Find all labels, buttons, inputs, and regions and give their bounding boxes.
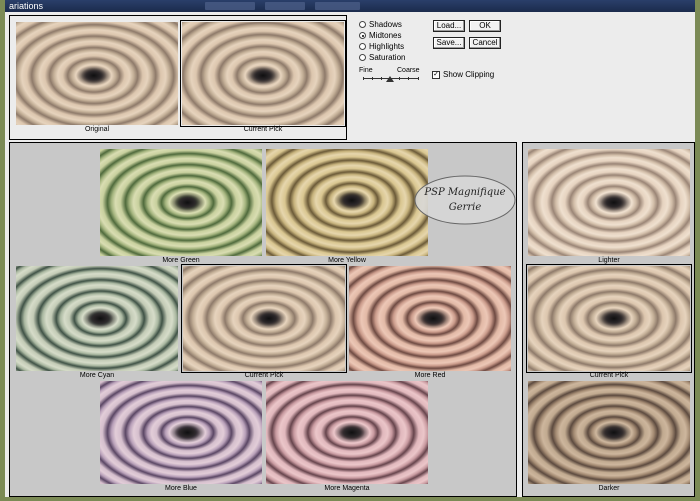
more-magenta-caption: More Magenta: [324, 485, 370, 492]
current-pick-image: [180, 20, 346, 127]
current-pick-center-thumb[interactable]: Current Pick: [181, 264, 347, 381]
show-clipping-checkbox[interactable]: ✓ Show Clipping: [432, 70, 494, 79]
current-pick-right-thumb[interactable]: Current Pick: [526, 264, 692, 381]
checkbox-box: ✓: [432, 70, 440, 79]
darker-thumb[interactable]: Darker: [528, 381, 690, 494]
radio-dot: [359, 54, 366, 61]
radio-highlights[interactable]: Highlights: [359, 42, 404, 51]
more-green-thumb[interactable]: More Green: [100, 149, 262, 266]
slider-tick: [399, 77, 400, 80]
current-pick-right-image: [526, 264, 692, 373]
radio-label: Midtones: [369, 31, 402, 40]
lighter-thumb[interactable]: Lighter: [528, 149, 690, 266]
more-magenta-thumb[interactable]: More Magenta: [266, 381, 428, 494]
taskbar-ghost: [315, 2, 360, 10]
slider-coarse-label: Coarse: [397, 67, 420, 74]
more-blue-image: [100, 381, 262, 484]
more-yellow-image: [266, 149, 428, 256]
cancel-button[interactable]: Cancel: [469, 37, 501, 49]
slider-tick: [408, 77, 409, 80]
lighter-image: [528, 149, 690, 256]
radio-dot: [359, 43, 366, 50]
slider-fine-label: Fine: [359, 67, 373, 74]
show-clipping-label: Show Clipping: [443, 70, 495, 79]
more-cyan-caption: More Cyan: [79, 372, 115, 379]
more-red-image: [349, 266, 511, 371]
more-yellow-thumb[interactable]: More Yellow: [266, 149, 428, 266]
current-pick-center-caption: Current Pick: [244, 372, 284, 379]
radio-label: Saturation: [369, 53, 406, 62]
slider-tick: [418, 77, 419, 80]
more-green-image: [100, 149, 262, 256]
more-blue-caption: More Blue: [165, 485, 197, 492]
slider-tick: [363, 77, 364, 80]
slider-knob[interactable]: [386, 76, 394, 82]
radio-dot: [359, 32, 366, 39]
current-pick-caption: Current Pick: [243, 126, 283, 133]
radio-midtones[interactable]: Midtones: [359, 31, 401, 40]
darker-caption: Darker: [598, 485, 620, 492]
slider-tick: [372, 77, 373, 80]
load-button[interactable]: Load...: [433, 20, 465, 32]
taskbar-ghost: [205, 2, 255, 10]
darker-image: [528, 381, 690, 484]
window-title: ariations: [9, 1, 44, 11]
more-cyan-image: [16, 266, 178, 371]
more-yellow-caption: More Yellow: [328, 257, 366, 264]
radio-dot: [359, 21, 366, 28]
watermark-line1: PSP Magnifique: [423, 187, 505, 198]
lighter-caption: Lighter: [598, 257, 620, 264]
current-pick-right-caption: Current Pick: [589, 372, 629, 379]
title-bar: ariations: [5, 0, 695, 12]
preview-panel: Original Current Pick: [9, 15, 347, 140]
brightness-panel: Lighter Current Pick Darker: [522, 142, 695, 497]
slider-tick: [381, 77, 382, 80]
more-red-caption: More Red: [414, 372, 446, 379]
more-green-caption: More Green: [162, 257, 200, 264]
more-cyan-thumb[interactable]: More Cyan: [16, 266, 178, 381]
watermark-line2: Gerrie: [449, 202, 482, 213]
more-blue-thumb[interactable]: More Blue: [100, 381, 262, 494]
save-button[interactable]: Save...: [433, 37, 465, 49]
radio-saturation[interactable]: Saturation: [359, 53, 405, 62]
taskbar-ghost: [265, 2, 305, 10]
ok-button[interactable]: OK: [469, 20, 501, 32]
current-pick-center-image: [181, 264, 347, 373]
radio-label: Shadows: [369, 20, 402, 29]
more-magenta-image: [266, 381, 428, 484]
original-thumb: Original: [16, 22, 178, 135]
watermark-badge: PSP Magnifique Gerrie: [414, 175, 516, 225]
original-caption: Original: [84, 126, 110, 133]
current-pick-thumb[interactable]: Current Pick: [180, 20, 346, 135]
radio-shadows[interactable]: Shadows: [359, 20, 402, 29]
variations-dialog: ariations Original Current Pick Shadows …: [5, 0, 695, 497]
color-variations-panel: More Green More Yellow More Cyan Current…: [9, 142, 517, 497]
more-red-thumb[interactable]: More Red: [349, 266, 511, 381]
original-image: [16, 22, 178, 125]
radio-label: Highlights: [369, 42, 405, 51]
